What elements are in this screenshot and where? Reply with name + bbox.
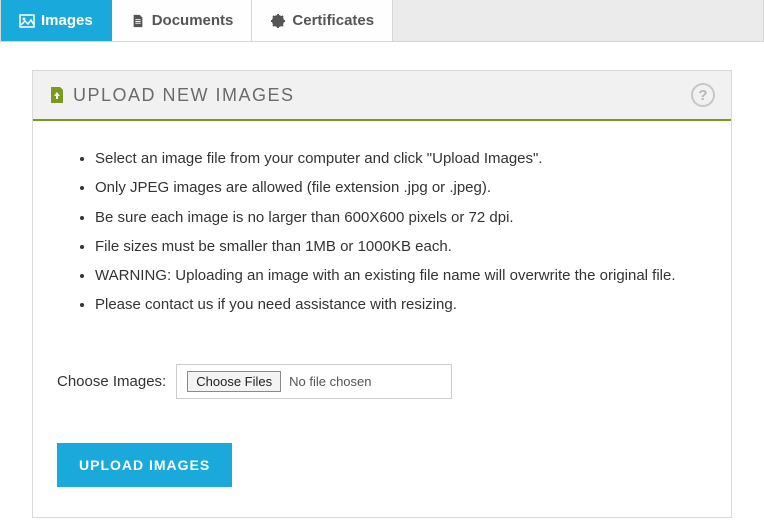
instruction-item: Please contact us if you need assistance… (95, 295, 707, 315)
tab-bar: Images Documents Certificates (0, 0, 764, 42)
panel-body: Select an image file from your computer … (33, 121, 731, 517)
instruction-item: File sizes must be smaller than 1MB or 1… (95, 237, 707, 257)
instruction-item: Only JPEG images are allowed (file exten… (95, 178, 707, 198)
tab-images[interactable]: Images (1, 0, 112, 41)
upload-file-icon (49, 86, 65, 104)
instruction-list: Select an image file from your computer … (57, 149, 707, 316)
file-row: Choose Images: Choose Files No file chos… (57, 364, 707, 399)
choose-images-label: Choose Images: (57, 373, 166, 390)
choose-files-button[interactable]: Choose Files (187, 371, 281, 392)
upload-panel: UPLOAD NEW IMAGES ? Select an image file… (32, 70, 732, 518)
certificate-icon (270, 13, 286, 29)
instruction-item: Select an image file from your computer … (95, 149, 707, 169)
tab-label: Documents (152, 12, 234, 29)
tab-label: Certificates (292, 12, 374, 29)
file-input[interactable]: Choose Files No file chosen (176, 364, 452, 399)
upload-images-button[interactable]: UPLOAD IMAGES (57, 443, 232, 487)
tab-certificates[interactable]: Certificates (252, 0, 393, 41)
file-status-text: No file chosen (289, 374, 371, 389)
tab-label: Images (41, 12, 93, 29)
panel-title: UPLOAD NEW IMAGES (73, 85, 295, 106)
panel-header: UPLOAD NEW IMAGES ? (33, 71, 731, 121)
document-icon (130, 13, 146, 29)
tab-documents[interactable]: Documents (112, 0, 253, 41)
help-icon[interactable]: ? (691, 83, 715, 107)
instruction-item: Be sure each image is no larger than 600… (95, 208, 707, 228)
instruction-item: WARNING: Uploading an image with an exis… (95, 266, 707, 286)
panel-title-wrap: UPLOAD NEW IMAGES (49, 85, 295, 106)
image-icon (19, 13, 35, 29)
